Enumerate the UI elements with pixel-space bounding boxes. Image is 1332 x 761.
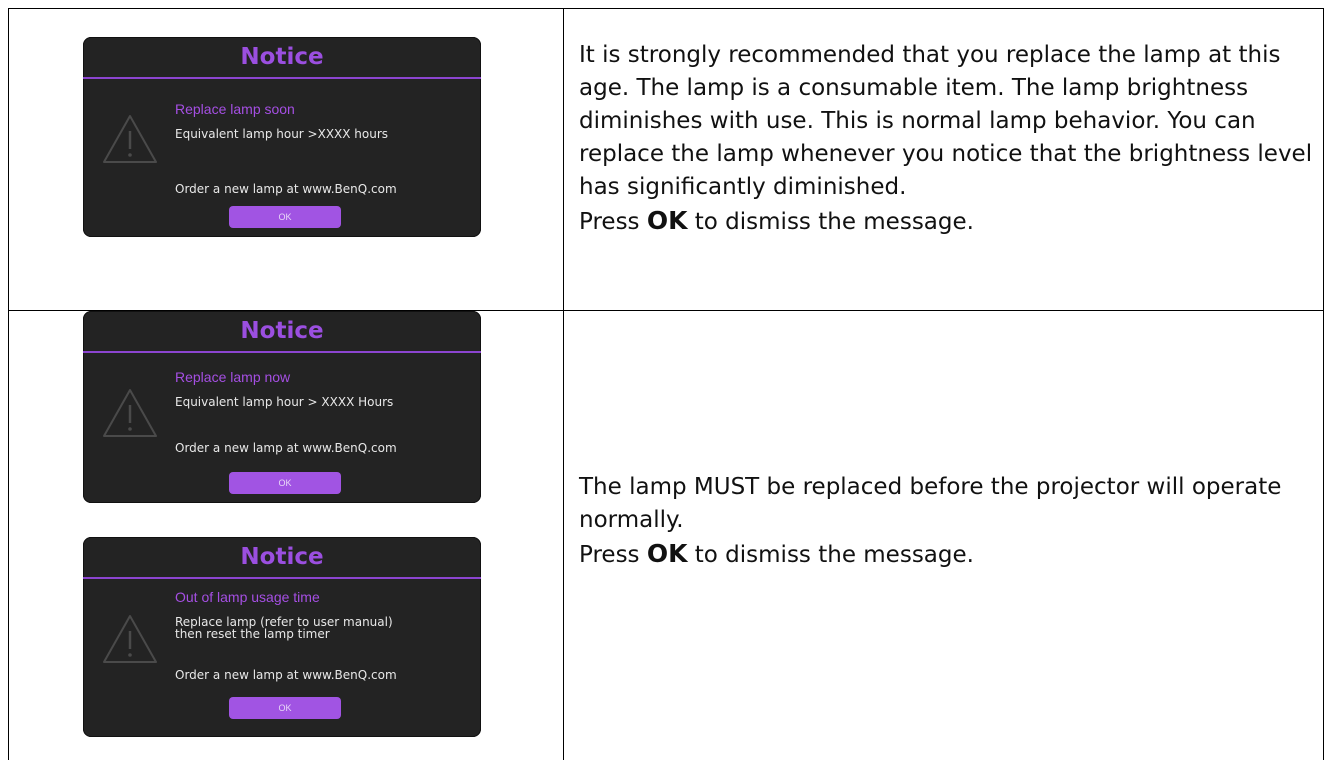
notice-headline: Replace lamp now — [175, 369, 291, 385]
ok-button[interactable]: OK — [229, 472, 341, 494]
press-ok-instruction: Press OK to dismiss the message. — [579, 204, 1314, 239]
warning-triangle-icon — [103, 115, 157, 163]
press-ok-instruction: Press OK to dismiss the message. — [579, 537, 1314, 572]
table-row-replace-now: Notice Replace lamp now Equivalent lamp … — [9, 311, 1323, 761]
ok-key-label: OK — [646, 539, 688, 568]
description-replace-now: The lamp MUST be replaced before the pro… — [579, 471, 1314, 572]
notice-order-text: Order a new lamp at www.BenQ.com — [175, 182, 397, 196]
warning-triangle-icon — [103, 615, 157, 663]
description-paragraph: It is strongly recommended that you repl… — [579, 42, 1313, 200]
notice-title: Notice — [83, 537, 481, 579]
press-prefix: Press — [579, 542, 647, 568]
notice-detail-line: then reset the lamp timer — [175, 627, 330, 641]
notice-title: Notice — [83, 311, 481, 353]
press-suffix: to dismiss the message. — [687, 209, 974, 235]
notice-headline: Out of lamp usage time — [175, 589, 320, 605]
description-replace-soon: It is strongly recommended that you repl… — [579, 39, 1314, 239]
press-suffix: to dismiss the message. — [687, 542, 974, 568]
notice-headline: Replace lamp soon — [175, 101, 295, 117]
ok-button[interactable]: OK — [229, 206, 341, 228]
notice-dialog-replace-soon: Notice Replace lamp soon Equivalent lamp… — [83, 37, 481, 237]
press-prefix: Press — [579, 209, 647, 235]
notice-detail-line: Equivalent lamp hour >XXXX hours — [175, 127, 389, 141]
ok-button[interactable]: OK — [229, 697, 341, 719]
notice-order-text: Order a new lamp at www.BenQ.com — [175, 441, 397, 455]
notice-dialog-replace-now: Notice Replace lamp now Equivalent lamp … — [83, 311, 481, 503]
lamp-message-table: Notice Replace lamp soon Equivalent lamp… — [8, 8, 1324, 760]
notice-detail-line: Equivalent lamp hour > XXXX Hours — [175, 395, 394, 409]
ok-key-label: OK — [646, 206, 688, 235]
notice-dialog-out-of-lamp-time: Notice Out of lamp usage time Replace la… — [83, 537, 481, 737]
description-paragraph: The lamp MUST be replaced before the pro… — [579, 474, 1282, 533]
notice-order-text: Order a new lamp at www.BenQ.com — [175, 668, 397, 682]
warning-triangle-icon — [103, 389, 157, 437]
table-row-replace-soon: Notice Replace lamp soon Equivalent lamp… — [9, 9, 1323, 311]
notice-title: Notice — [83, 37, 481, 79]
